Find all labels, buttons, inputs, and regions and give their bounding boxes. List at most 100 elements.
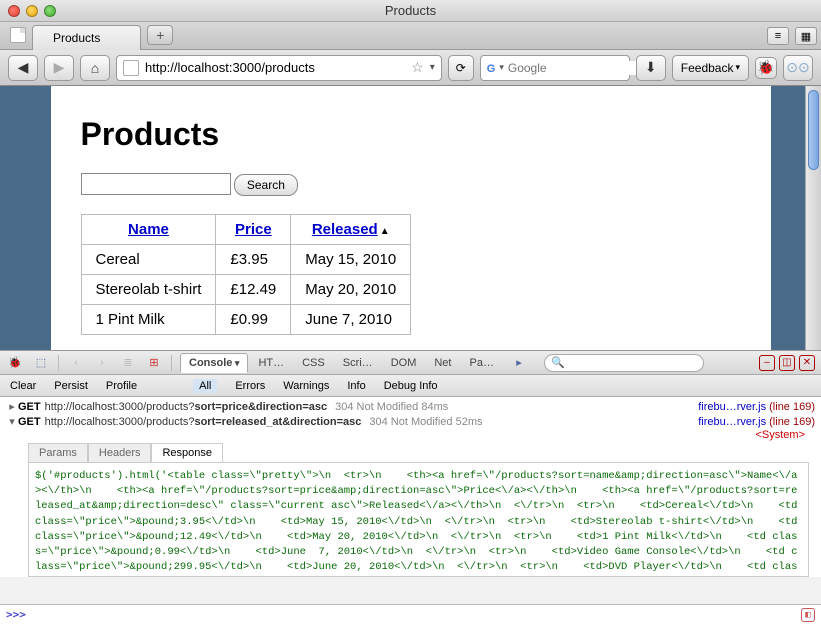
firebug-toolbar: 🐞 ⬚ ‹ › ≣ ⊞ Console HT… CSS Scri… DOM Ne…	[0, 351, 821, 375]
firebug-panel: 🐞 ⬚ ‹ › ≣ ⊞ Console HT… CSS Scri… DOM Ne…	[0, 350, 821, 624]
close-firebug-button[interactable]: ✕	[799, 355, 815, 371]
new-tab-button[interactable]: +	[147, 25, 173, 45]
sort-price-link[interactable]: Price	[235, 221, 272, 238]
vertical-scrollbar[interactable]	[805, 86, 821, 386]
xhr-row[interactable]: ▸ GET http://localhost:3000/products?sor…	[6, 399, 815, 414]
minimize-window-button[interactable]	[26, 5, 38, 17]
panel-switcher: Console HT… CSS Scri… DOM Net Pa…	[180, 353, 502, 373]
nav-back-icon[interactable]: ‹	[67, 354, 85, 372]
extension-button[interactable]: ⊙⊙	[783, 55, 813, 81]
tab-groups-button[interactable]: ▦	[795, 27, 817, 45]
table-header-row: Name Price Released▲	[81, 214, 411, 244]
xhr-detail-tabs: Params Headers Response	[28, 443, 815, 462]
close-window-button[interactable]	[8, 5, 20, 17]
site-identity-icon[interactable]	[123, 60, 139, 76]
bookmark-star-icon[interactable]: ☆	[411, 59, 424, 76]
inspect-icon[interactable]: ⬚	[32, 354, 50, 372]
cmd-toggle-icon[interactable]: ⊞	[145, 354, 163, 372]
search-box[interactable]: ▾	[480, 55, 630, 81]
request-url: http://localhost:3000/products?sort=pric…	[45, 401, 328, 413]
zoom-window-button[interactable]	[44, 5, 56, 17]
request-source[interactable]: firebu…rver.js (line 169)	[698, 416, 815, 428]
console-clear[interactable]: Clear	[10, 380, 36, 392]
table-row: Stereolab t-shirt £12.49 May 20, 2010	[81, 274, 411, 304]
window-title: Products	[0, 3, 821, 18]
cell-released: May 20, 2010	[291, 274, 411, 304]
console-profile[interactable]: Profile	[106, 380, 137, 392]
products-table: Name Price Released▲ Cereal £3.95 May 15…	[81, 214, 412, 335]
navigation-toolbar: ◀ ▶ ⌂ ☆ ▾ ⟳ ▾ ⬇ Feedback▾ 🐞 ⊙⊙	[0, 50, 821, 86]
console-persist[interactable]: Persist	[54, 380, 88, 392]
tab-strip: Products + ≡ ▦	[0, 22, 821, 50]
list-all-tabs-button[interactable]: ≡	[767, 27, 789, 45]
url-dropdown-icon[interactable]: ▾	[430, 62, 435, 73]
product-search-input[interactable]	[81, 173, 231, 195]
panel-console[interactable]: Console	[180, 353, 248, 373]
cell-price: £3.95	[216, 244, 291, 274]
console-toolbar: Clear Persist Profile All Errors Warning…	[0, 375, 821, 397]
search-icon: 🔍	[551, 356, 565, 369]
back-button[interactable]: ◀	[8, 55, 38, 81]
request-status: 304 Not Modified 52ms	[369, 416, 482, 428]
filter-info[interactable]: Info	[347, 380, 365, 392]
filter-all[interactable]: All	[193, 379, 217, 393]
panel-overflow-icon[interactable]: ▸	[510, 354, 528, 372]
detach-firebug-button[interactable]: ◫	[779, 355, 795, 371]
product-search-button[interactable]: Search	[234, 174, 298, 196]
command-line[interactable]: >>> ◧	[0, 604, 821, 624]
tab-products[interactable]: Products	[32, 25, 141, 50]
cell-price: £0.99	[216, 304, 291, 334]
sort-released-link[interactable]: Released	[312, 221, 378, 238]
page-icon	[10, 27, 26, 43]
lines-icon[interactable]: ≣	[119, 354, 137, 372]
tab-label: Products	[53, 31, 100, 45]
panel-net[interactable]: Net	[426, 354, 459, 372]
table-row: 1 Pint Milk £0.99 June 7, 2010	[81, 304, 411, 334]
table-row: Cereal £3.95 May 15, 2010	[81, 244, 411, 274]
browser-viewport: Products Search Name Price Released▲ Cer…	[0, 86, 821, 386]
firebug-icon[interactable]: 🐞	[6, 354, 24, 372]
minimize-firebug-button[interactable]: –	[759, 355, 775, 371]
twisty-icon[interactable]: ▾	[6, 415, 18, 428]
request-url: http://localhost:3000/products?sort=rele…	[45, 416, 362, 428]
response-body[interactable]: $('#products').html('<table class=\"pret…	[28, 462, 809, 577]
url-bar[interactable]: ☆ ▾	[116, 55, 442, 81]
feedback-button[interactable]: Feedback▾	[672, 55, 749, 81]
tab-params[interactable]: Params	[28, 443, 88, 462]
request-source[interactable]: firebu…rver.js (line 169)	[698, 401, 815, 413]
filter-warnings[interactable]: Warnings	[283, 380, 329, 392]
sort-name-link[interactable]: Name	[128, 221, 169, 238]
reload-button[interactable]: ⟳	[448, 55, 474, 81]
cell-name: Cereal	[81, 244, 216, 274]
sort-asc-icon: ▲	[380, 226, 390, 237]
tab-headers[interactable]: Headers	[88, 443, 152, 462]
http-method: GET	[18, 416, 41, 428]
firebug-search[interactable]: 🔍	[544, 354, 704, 372]
nav-fwd-icon[interactable]: ›	[93, 354, 111, 372]
xhr-row[interactable]: ▾ GET http://localhost:3000/products?sor…	[6, 414, 815, 429]
url-input[interactable]	[145, 60, 405, 75]
home-button[interactable]: ⌂	[80, 55, 110, 81]
command-popup-button[interactable]: ◧	[801, 608, 815, 622]
filter-errors[interactable]: Errors	[235, 380, 265, 392]
prompt-icon: >>>	[6, 608, 26, 621]
twisty-icon[interactable]: ▸	[6, 400, 18, 413]
filter-debug[interactable]: Debug Info	[384, 380, 438, 392]
cell-price: £12.49	[216, 274, 291, 304]
scrollbar-thumb[interactable]	[808, 90, 819, 170]
panel-dom[interactable]: DOM	[383, 354, 425, 372]
panel-page[interactable]: Pa…	[461, 354, 501, 372]
tab-response[interactable]: Response	[151, 443, 223, 462]
search-engine-dropdown[interactable]: ▾	[499, 62, 504, 73]
panel-css[interactable]: CSS	[294, 354, 333, 372]
downloads-button[interactable]: ⬇	[636, 55, 666, 81]
page-content: Products Search Name Price Released▲ Cer…	[51, 86, 771, 386]
panel-html[interactable]: HT…	[250, 354, 292, 372]
panel-script[interactable]: Scri…	[335, 354, 381, 372]
system-label: <System>	[6, 429, 815, 441]
google-icon	[487, 61, 496, 75]
forward-button[interactable]: ▶	[44, 55, 74, 81]
page-heading: Products	[81, 116, 741, 153]
firebug-button[interactable]: 🐞	[755, 57, 777, 79]
request-status: 304 Not Modified 84ms	[335, 401, 448, 413]
